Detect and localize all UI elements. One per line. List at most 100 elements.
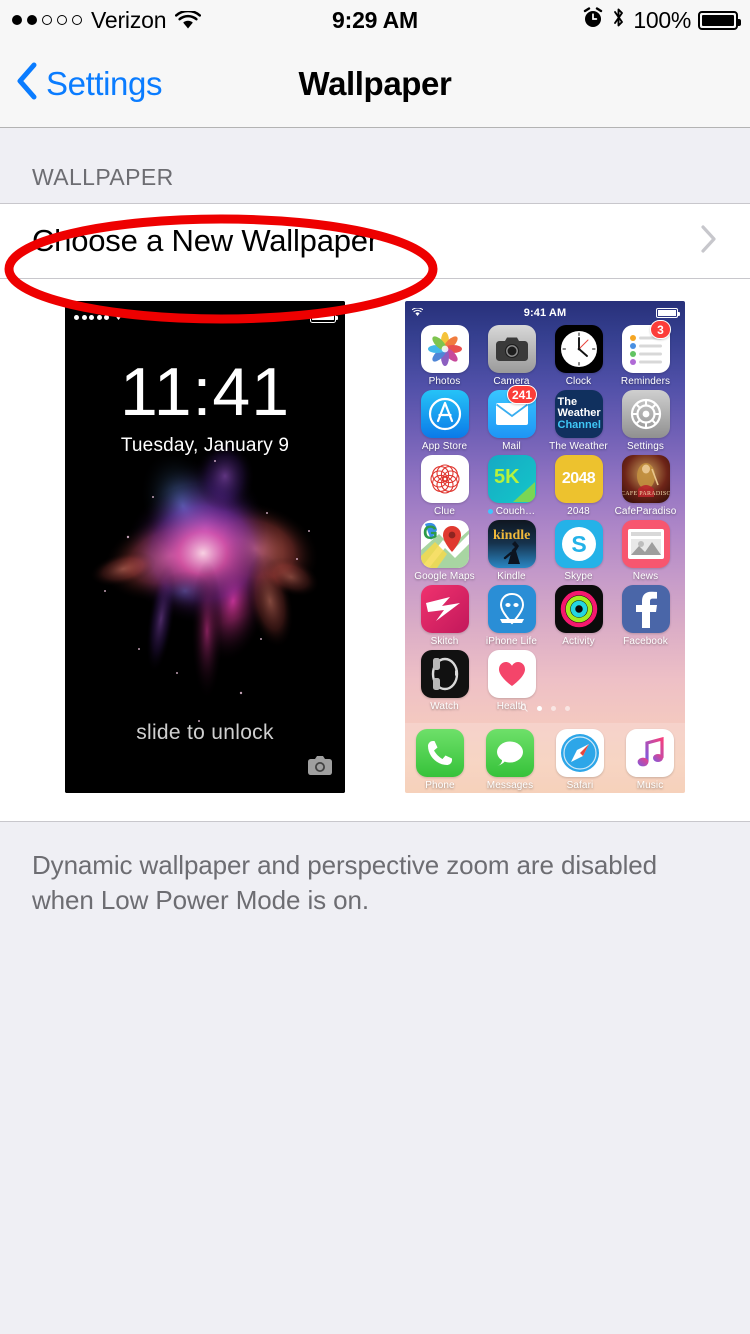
dock-icon-music[interactable]: Music bbox=[615, 729, 685, 791]
new-app-dot-icon bbox=[487, 509, 493, 514]
google-maps-icon: G bbox=[420, 520, 469, 568]
app-label: Clue bbox=[434, 506, 455, 517]
app-label: Music bbox=[636, 780, 664, 791]
app-label: App Store bbox=[421, 441, 468, 452]
battery-icon bbox=[656, 308, 680, 318]
app-icon-the-weather[interactable]: The Weather Channel The Weather bbox=[545, 390, 612, 452]
cellular-signal-dots-icon bbox=[74, 314, 109, 320]
app-label: Skype bbox=[564, 571, 593, 582]
app-label: Safari bbox=[566, 780, 594, 791]
app-icon-skype[interactable]: S Skype bbox=[545, 520, 612, 582]
app-label: Phone bbox=[425, 780, 455, 791]
app-label-text: Couch… bbox=[495, 506, 536, 517]
app-icon-cafe-paradiso[interactable]: CAFE PARADISO CafeParadiso bbox=[612, 455, 679, 517]
choose-new-wallpaper-cell[interactable]: Choose a New Wallpaper bbox=[0, 203, 750, 279]
search-icon bbox=[520, 699, 528, 717]
home-screen-dock: Phone Messages Safari Music bbox=[405, 723, 685, 793]
badge-count: 3 bbox=[650, 320, 671, 339]
wifi-icon bbox=[112, 308, 125, 326]
app-store-icon bbox=[420, 390, 469, 438]
dock-icon-safari[interactable]: Safari bbox=[545, 729, 615, 791]
app-label: News bbox=[632, 571, 659, 582]
iphone-life-icon bbox=[487, 585, 536, 633]
app-label: CafeParadiso bbox=[614, 506, 677, 517]
app-icon-iphone-life[interactable]: iPhone Life bbox=[478, 585, 545, 647]
status-bar: Verizon 9:29 AM 100% bbox=[0, 0, 750, 40]
home-preview-status-bar: 9:41 AM bbox=[405, 305, 685, 321]
skitch-icon bbox=[420, 585, 469, 633]
app-label: Google Maps bbox=[414, 571, 475, 582]
chevron-right-icon bbox=[700, 224, 718, 259]
app-label: The Weather bbox=[549, 441, 608, 452]
camera-icon bbox=[487, 325, 536, 373]
app-icon-news[interactable]: News bbox=[612, 520, 679, 582]
svg-text:CAFE PARADISO: CAFE PARADISO bbox=[622, 491, 670, 497]
app-icon-activity[interactable]: Activity bbox=[545, 585, 612, 647]
dock-icon-phone[interactable]: Phone bbox=[405, 729, 475, 791]
battery-icon bbox=[310, 311, 338, 323]
app-label: Skitch bbox=[430, 636, 459, 647]
badge-count: 241 bbox=[506, 385, 537, 404]
page-indicator-dots bbox=[405, 699, 685, 717]
app-icon-app-store[interactable]: App Store bbox=[411, 390, 478, 452]
music-icon bbox=[626, 729, 674, 777]
app-label: Messages bbox=[486, 780, 534, 791]
weather-channel-icon: The Weather Channel bbox=[554, 390, 603, 438]
app-icon-mail[interactable]: 241 Mail bbox=[478, 385, 545, 452]
lock-screen-preview[interactable]: 11:41 Tuesday, January 9 slide to unlock bbox=[65, 301, 345, 793]
activity-icon bbox=[554, 585, 603, 633]
app-label: Facebook bbox=[623, 636, 668, 647]
footer-note: Dynamic wallpaper and perspective zoom a… bbox=[0, 821, 750, 918]
clock-icon bbox=[554, 325, 603, 373]
navigation-bar: Settings Wallpaper bbox=[0, 40, 750, 128]
svg-text:G: G bbox=[423, 523, 438, 544]
app-label: iPhone Life bbox=[485, 636, 538, 647]
home-screen-clock: 9:41 AM bbox=[523, 307, 567, 319]
app-icon-clock[interactable]: Clock bbox=[545, 325, 612, 387]
app-label: Photos bbox=[428, 376, 461, 387]
app-icon-photos[interactable]: Photos bbox=[411, 325, 478, 387]
app-icon-reminders[interactable]: 3 Reminders bbox=[612, 320, 679, 387]
alarm-clock-icon bbox=[582, 6, 604, 34]
lock-preview-status-bar bbox=[65, 308, 345, 326]
app-icon-kindle[interactable]: kindle Kindle bbox=[478, 520, 545, 582]
svg-text:kindle: kindle bbox=[493, 528, 530, 543]
clue-icon bbox=[420, 455, 469, 503]
skype-icon: S bbox=[554, 520, 603, 568]
dock-icon-messages[interactable]: Messages bbox=[475, 729, 545, 791]
safari-icon bbox=[556, 729, 604, 777]
app-icon-google-maps[interactable]: G Google Maps bbox=[411, 520, 478, 582]
choose-new-wallpaper-label: Choose a New Wallpaper bbox=[32, 223, 378, 258]
home-screen-preview[interactable]: 9:41 AM Photos Camera Clock 3 Reminders … bbox=[405, 301, 685, 793]
lock-screen-date: Tuesday, January 9 bbox=[120, 435, 290, 456]
app-icon-couch-to-5k[interactable]: 5K Couch… bbox=[478, 455, 545, 517]
camera-icon bbox=[307, 755, 333, 781]
settings-content: WALLPAPER Choose a New Wallpaper 11:41 T… bbox=[0, 128, 750, 918]
2048-icon: 2048 bbox=[554, 455, 603, 503]
app-icon-skitch[interactable]: Skitch bbox=[411, 585, 478, 647]
kindle-icon: kindle bbox=[487, 520, 536, 568]
section-header-wallpaper: WALLPAPER bbox=[32, 164, 174, 190]
app-icon-2048[interactable]: 2048 2048 bbox=[545, 455, 612, 517]
app-label: Kindle bbox=[497, 571, 526, 582]
photos-icon bbox=[420, 325, 469, 373]
couch-to-5k-icon: 5K bbox=[487, 455, 536, 503]
app-label: Couch… bbox=[487, 506, 536, 517]
health-icon bbox=[487, 650, 536, 698]
app-label: Reminders bbox=[620, 376, 671, 387]
status-bar-right: 100% bbox=[582, 6, 741, 34]
app-icon-camera[interactable]: Camera bbox=[478, 325, 545, 387]
app-icon-settings[interactable]: Settings bbox=[612, 390, 679, 452]
home-screen-app-grid: Photos Camera Clock 3 Reminders App Stor… bbox=[405, 320, 685, 712]
app-icon-facebook[interactable]: Facebook bbox=[612, 585, 679, 647]
app-label: Mail bbox=[502, 441, 521, 452]
app-label: Activity bbox=[562, 636, 595, 647]
phone-icon bbox=[416, 729, 464, 777]
cafe-paradiso-icon: CAFE PARADISO bbox=[621, 455, 670, 503]
svg-text:S: S bbox=[571, 531, 586, 557]
bluetooth-icon bbox=[611, 6, 626, 34]
app-icon-clue[interactable]: Clue bbox=[411, 455, 478, 517]
news-icon bbox=[621, 520, 670, 568]
app-label: 2048 bbox=[567, 506, 590, 517]
facebook-icon bbox=[621, 585, 670, 633]
